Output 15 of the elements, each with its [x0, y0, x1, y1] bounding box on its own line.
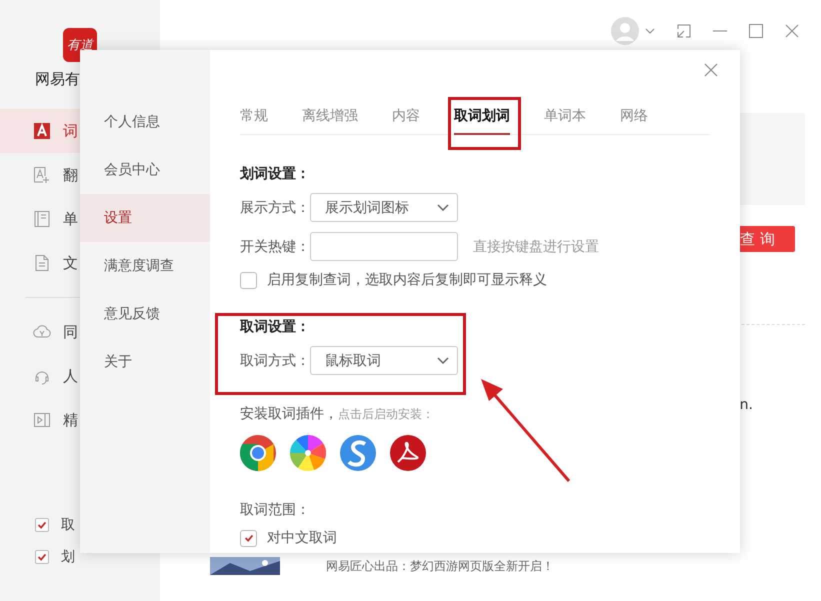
app-name: 网易有	[35, 70, 81, 89]
field-label: 开关热键：	[240, 238, 310, 256]
checkbox-label: 对中文取词	[267, 529, 337, 547]
field-label: 展示方式：	[240, 198, 310, 216]
section-heading: 取词设置：	[240, 318, 311, 336]
checkbox-label: 启用复制查词，选取内容后复制即可显示释义	[267, 271, 547, 289]
section-heading: 划词设置：	[240, 165, 311, 183]
hint-text: 直接按键盘进行设置	[473, 238, 599, 256]
toggle-label: 取	[61, 516, 75, 534]
section-heading: 取词范围：	[240, 501, 311, 519]
plugins-hint: 点击后启动安装：	[338, 406, 434, 423]
toggle-label: 划	[61, 548, 75, 566]
result-text: n.	[740, 397, 753, 413]
field-label: 取词方式：	[240, 352, 310, 370]
plugins-label: 安装取词插件，	[240, 405, 338, 423]
